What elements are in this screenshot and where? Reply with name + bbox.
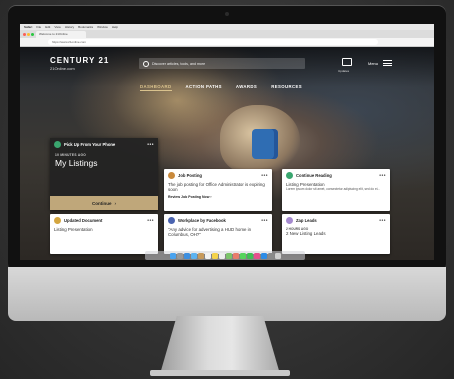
menubar-item[interactable]: File [36,25,41,29]
book-icon [286,172,293,179]
card-job-posting[interactable]: Job Posting ••• The job posting for Offi… [164,169,272,211]
window-controls [23,33,34,36]
briefcase-icon [168,172,175,179]
document-icon [54,217,61,224]
review-job-label: Review Job Posting Now [168,194,210,199]
continue-button[interactable]: Continue › [50,196,158,210]
card-title: Pick Up From Your Phone [64,142,116,147]
card-header: Continue Reading ••• [282,169,390,182]
card-body: Listing Presentation [54,227,93,232]
search-bar[interactable]: Discover articles, tools, and more [139,58,305,69]
menu-label[interactable]: Menu [368,61,378,66]
search-icon [143,60,149,67]
more-icon[interactable]: ••• [147,218,154,224]
review-job-link[interactable]: Review Job Posting Now › [164,195,272,200]
menubar-item[interactable]: Window [97,25,108,29]
maximize-dot-icon[interactable] [31,33,34,36]
launchpad-icon[interactable] [176,252,183,259]
mac-dock [145,251,305,260]
brand-logo[interactable]: CENTURY 21 [50,56,109,65]
card-continue-reading[interactable]: Continue Reading ••• Listing Presentatio… [282,169,390,211]
card-zap-leads[interactable]: Zap Leads ••• 2 HOURS AGO 2 New Listing … [282,214,390,254]
screen: Safari File Edit View History Bookmarks … [20,24,434,260]
chevron-right-icon: › [114,200,117,206]
inbox-icon[interactable] [342,58,352,66]
continue-label: Continue [92,200,112,206]
browser-tab[interactable]: Welcome to 21Online [36,31,86,38]
lightning-icon [286,217,293,224]
brand-subtitle: 21Online.com [50,66,75,71]
card-body: 2 New Listing Leads [286,231,326,236]
search-placeholder: Discover articles, tools, and more [152,61,206,66]
card-workplace-facebook[interactable]: Workplace by Facebook ••• "Any advice fo… [164,214,272,254]
workplace-icon [168,217,175,224]
monitor-chin [8,267,446,321]
more-icon[interactable]: ••• [261,173,268,179]
facetime-icon[interactable] [246,252,253,259]
menubar-item[interactable]: History [65,25,74,29]
nav-resources[interactable]: RESOURCES [271,84,302,91]
trash-icon[interactable] [274,252,281,259]
more-icon[interactable]: ••• [379,173,386,179]
calendar-icon[interactable] [204,252,211,259]
preferences-icon[interactable] [267,252,274,259]
address-bar: https://www.21online.com [20,38,434,47]
nav-action-paths[interactable]: ACTION PATHS [186,84,222,91]
finder-icon[interactable] [169,252,176,259]
card-header: Updated Document ••• [50,214,158,227]
card-header: Workplace by Facebook ••• [164,214,272,227]
card-title: Zap Leads [296,218,317,223]
card-header: Job Posting ••• [164,169,272,182]
hamburger-icon[interactable] [383,60,392,66]
menubar-item[interactable]: Help [112,25,118,29]
phone-icon [54,141,61,148]
card-header: Zap Leads ••• [282,214,390,227]
card-header: Pick Up From Your Phone ••• [50,138,158,151]
updates-label: Updates [338,69,350,73]
maps-icon[interactable] [225,252,232,259]
hero-mug [252,129,278,159]
monitor-stand [160,316,280,374]
close-dot-icon[interactable] [23,33,26,36]
more-icon[interactable]: ••• [147,142,154,148]
camera [225,12,229,16]
card-heading: My Listings [55,158,98,168]
card-body: "Any advice for advertising a HUD home i… [168,227,252,238]
card-body: The job posting for Office Administrator… [168,182,265,193]
minimize-dot-icon[interactable] [27,33,30,36]
nav-awards[interactable]: AWARDS [236,84,257,91]
photos-icon[interactable] [232,252,239,259]
menubar-item[interactable]: Bookmarks [78,25,93,29]
contacts-icon[interactable] [197,252,204,259]
browser-tabbar: Welcome to 21Online [20,30,434,38]
card-title: Continue Reading [296,173,332,178]
menubar-item[interactable]: Edit [45,25,50,29]
mail-icon[interactable] [190,252,197,259]
card-title: Job Posting [178,173,202,178]
notes-icon[interactable] [211,252,218,259]
more-icon[interactable]: ••• [261,218,268,224]
menubar-item[interactable]: View [54,25,60,29]
messages-icon[interactable] [239,252,246,259]
card-title: Workplace by Facebook [178,218,226,223]
nav-dashboard[interactable]: DASHBOARD [140,84,172,91]
itunes-icon[interactable] [253,252,260,259]
reminders-icon[interactable] [218,252,225,259]
more-icon[interactable]: ••• [379,218,386,224]
menubar-item[interactable]: Safari [24,25,32,29]
safari-icon[interactable] [183,252,190,259]
monitor-stand-base [150,370,290,376]
url-field[interactable]: https://www.21online.com [48,39,378,45]
card-excerpt: Lorem ipsum dolor sit amet, consectetur … [286,187,381,192]
main-nav: DASHBOARD ACTION PATHS AWARDS RESOURCES [140,84,302,91]
card-title: Updated Document [64,218,103,223]
appstore-icon[interactable] [260,252,267,259]
card-pickup[interactable]: Pick Up From Your Phone ••• 10 MINUTES A… [50,138,158,210]
card-updated-document[interactable]: Updated Document ••• Listing Presentatio… [50,214,158,254]
